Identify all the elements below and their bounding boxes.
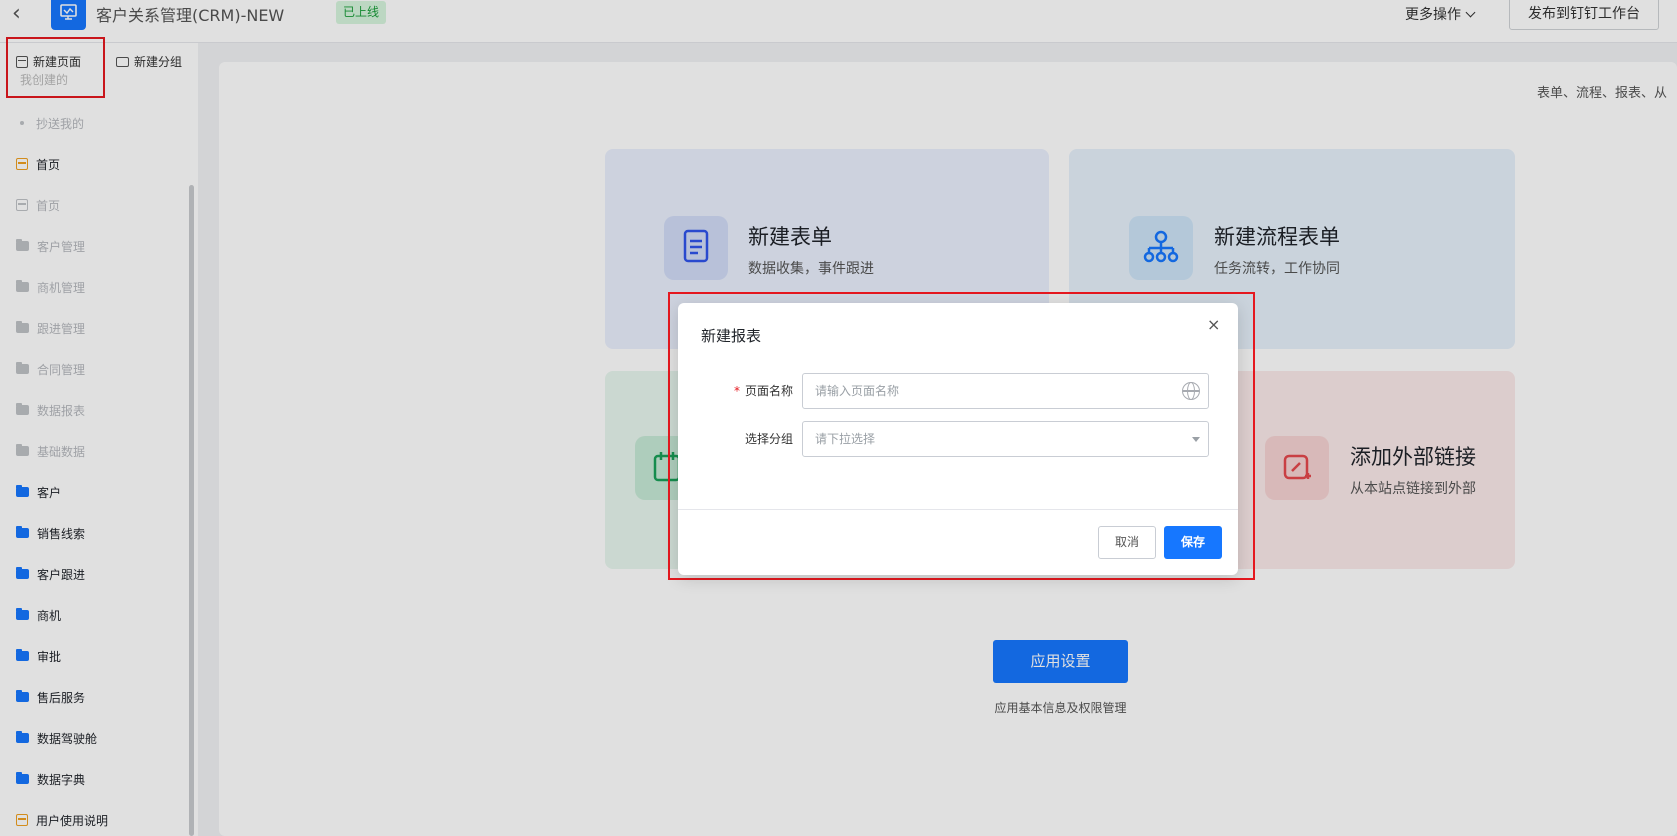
group-placeholder: 请下拉选择 xyxy=(815,432,876,446)
save-button[interactable]: 保存 xyxy=(1164,526,1222,559)
group-select[interactable]: 请下拉选择 xyxy=(802,421,1209,457)
modal-title: 新建报表 xyxy=(701,327,762,345)
page-name-label-text: 页面名称 xyxy=(744,384,793,398)
caret-down-icon xyxy=(1192,437,1200,442)
page-name-label: * 页面名称 xyxy=(718,382,793,399)
close-icon[interactable]: × xyxy=(1207,315,1220,334)
globe-icon[interactable] xyxy=(1182,382,1200,400)
cancel-button[interactable]: 取消 xyxy=(1098,526,1156,559)
modal-divider xyxy=(678,509,1238,510)
page-name-input[interactable]: 请输入页面名称 xyxy=(802,373,1209,409)
new-report-modal: 新建报表 × * 页面名称 请输入页面名称 选择分组 请下拉选择 取消 保存 xyxy=(678,303,1238,575)
required-mark: * xyxy=(733,384,740,398)
page-name-placeholder: 请输入页面名称 xyxy=(815,384,900,398)
group-label: 选择分组 xyxy=(744,432,793,446)
